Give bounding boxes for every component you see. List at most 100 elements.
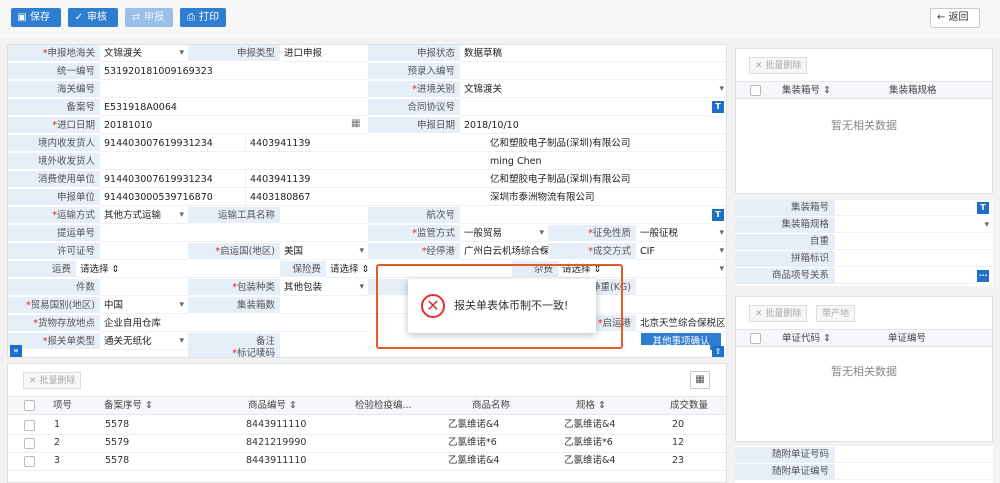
review-button[interactable]: ✓ 审核	[68, 8, 118, 27]
t-badge-icon[interactable]: T	[712, 101, 724, 113]
deal-mode-select[interactable]: CIF	[636, 243, 726, 260]
col-container-spec[interactable]: 集装箱规格	[889, 81, 937, 100]
record-no-label: 备案号	[8, 99, 100, 116]
declarant-blank[interactable]	[368, 189, 486, 206]
transport-tool-field[interactable]	[280, 207, 368, 224]
col-doc-no[interactable]: 单证编号	[888, 329, 926, 348]
declarant-code[interactable]: 914403000539716870	[100, 189, 245, 206]
highlight-frame	[376, 264, 623, 349]
attach-no-field[interactable]	[835, 464, 993, 480]
transport-mode-select[interactable]: 其他方式运输	[100, 207, 188, 224]
upload-icon[interactable]: ⇧	[712, 346, 724, 357]
consumer-unit-code[interactable]: 914403007619931234	[100, 171, 245, 188]
import-date-label: *进口日期	[8, 117, 100, 134]
consumer-unit-blank[interactable]	[368, 171, 486, 188]
col-item-no[interactable]: 项号	[53, 396, 72, 415]
contract-no-field[interactable]	[460, 99, 710, 116]
container-select-all-checkbox[interactable]	[750, 85, 761, 96]
net-weight-field[interactable]	[636, 279, 726, 296]
foreign-consignee-label: 境外收发货人	[8, 153, 100, 170]
declare-button[interactable]: ⇄ 申报	[125, 8, 173, 27]
preentry-no-field[interactable]	[460, 63, 726, 80]
freight-select[interactable]: 请选择 ⇕	[76, 261, 188, 278]
col-container-no[interactable]: 集装箱号 ⇕	[782, 81, 831, 100]
t-badge-icon[interactable]: T	[712, 209, 724, 221]
customs-no-field[interactable]	[100, 81, 368, 98]
container-batch-delete-button[interactable]: ✕ 批量删除	[749, 57, 808, 74]
col-record-seq[interactable]: 备案序号 ⇕	[104, 396, 153, 415]
print-button[interactable]: ⎙ 打印	[180, 8, 226, 27]
exemption-select[interactable]: 一般征税	[636, 225, 726, 242]
col-goods-name[interactable]: 商品名称	[472, 396, 510, 415]
select-all-checkbox[interactable]	[24, 400, 35, 411]
container-weight-field[interactable]	[835, 234, 993, 250]
expand-down-icon[interactable]: »	[10, 345, 22, 357]
entry-customs-select[interactable]: 文锦渡关	[460, 81, 726, 98]
cell-code: 8443911110	[246, 419, 307, 430]
record-no-field[interactable]: E531918A0064	[100, 99, 368, 116]
container-spec-select[interactable]	[835, 217, 993, 233]
back-button[interactable]: ← 返回	[930, 8, 980, 28]
row-divider	[8, 470, 726, 471]
container-count-label: 集装箱数	[188, 297, 280, 314]
documents-empty-state: 暂无相关数据	[831, 365, 897, 378]
freight-amount[interactable]	[188, 261, 280, 278]
declarant-name[interactable]: 深圳市泰洲物流有限公司	[486, 189, 726, 206]
misc-amount[interactable]	[618, 261, 726, 278]
container-no-label: 集装箱号	[735, 200, 835, 216]
stop-port-select[interactable]: 广州白云机场综合保	[460, 243, 548, 260]
attach-no-label: 随附单证编号	[735, 464, 835, 480]
cell-record-seq: 5578	[105, 419, 130, 430]
consumer-unit-code2[interactable]: 4403941139	[245, 171, 368, 188]
row-checkbox[interactable]	[24, 438, 35, 449]
domestic-consignee-blank[interactable]	[368, 135, 486, 152]
container-empty-state: 暂无相关数据	[831, 119, 897, 132]
domestic-consignee-code[interactable]: 914403007619931234	[100, 135, 245, 152]
decl-form-type-select[interactable]: 通关无纸化	[100, 333, 188, 350]
voyage-field[interactable]	[460, 207, 710, 224]
foreign-consignee-code[interactable]	[100, 153, 486, 170]
container-lcl-label: 拼箱标识	[735, 251, 835, 267]
documents-select-all-checkbox[interactable]	[750, 333, 761, 344]
row-checkbox[interactable]	[24, 420, 35, 431]
container-no-field[interactable]	[835, 200, 975, 216]
gen-doc-button[interactable]: 带产地	[816, 305, 856, 322]
goods-batch-delete-button[interactable]: ✕ 批量删除	[23, 372, 82, 389]
contract-no-label: 合同协议号	[368, 99, 460, 116]
col-spec[interactable]: 规格 ⇕	[576, 396, 606, 415]
container-count-field[interactable]	[280, 297, 368, 314]
col-goods-code[interactable]: 商品编号 ⇕	[248, 396, 297, 415]
goods-place-field[interactable]: 企业自用仓库	[100, 315, 368, 332]
decl-customs-select[interactable]: 文锦渡关	[100, 45, 188, 62]
row-checkbox[interactable]	[24, 456, 35, 467]
supervision-select[interactable]: 一般贸易	[460, 225, 548, 242]
foreign-consignee-name[interactable]: ming Chen	[486, 153, 726, 170]
trade-country-select[interactable]: 中国	[100, 297, 188, 314]
col-inspection-code[interactable]: 检验检疫编...	[355, 396, 412, 415]
exemption-label: *征免性质	[548, 225, 636, 242]
declarant-code2[interactable]: 4403180867	[245, 189, 368, 206]
package-select[interactable]: 其他包装	[280, 279, 368, 296]
departure-port-select[interactable]: 北京天竺综合保税区	[636, 315, 726, 332]
bill-no-field[interactable]	[100, 225, 368, 242]
pieces-field[interactable]	[100, 279, 188, 296]
domestic-consignee-code2[interactable]: 4403941139	[245, 135, 368, 152]
attach-code-field[interactable]	[835, 447, 993, 463]
goods-place-label: *货物存放地点	[8, 315, 100, 332]
save-button[interactable]: ▣ 保存	[11, 8, 61, 27]
t-badge-icon[interactable]: T	[977, 202, 989, 214]
entry-customs-label: *进境关别	[368, 81, 460, 98]
more-icon[interactable]: ⋯	[977, 270, 989, 282]
documents-batch-delete-button[interactable]: ✕ 批量删除	[749, 305, 808, 322]
col-deal-qty[interactable]: 成交数量	[670, 396, 708, 415]
license-field[interactable]	[100, 243, 188, 260]
grid-settings-icon[interactable]: ▦	[690, 371, 710, 389]
col-doc-code[interactable]: 单证代码 ⇕	[782, 329, 831, 348]
domestic-consignee-name[interactable]: 亿和塑胶电子制品(深圳)有限公司	[486, 135, 726, 152]
container-relation-field[interactable]	[835, 268, 975, 284]
origin-country-select[interactable]: 美国	[280, 243, 368, 260]
container-lcl-field[interactable]	[835, 251, 993, 267]
import-date-field[interactable]: 20181010	[100, 117, 368, 134]
consumer-unit-name[interactable]: 亿和塑胶电子制品(深圳)有限公司	[486, 171, 726, 188]
calendar-icon[interactable]: ▦	[351, 118, 360, 129]
